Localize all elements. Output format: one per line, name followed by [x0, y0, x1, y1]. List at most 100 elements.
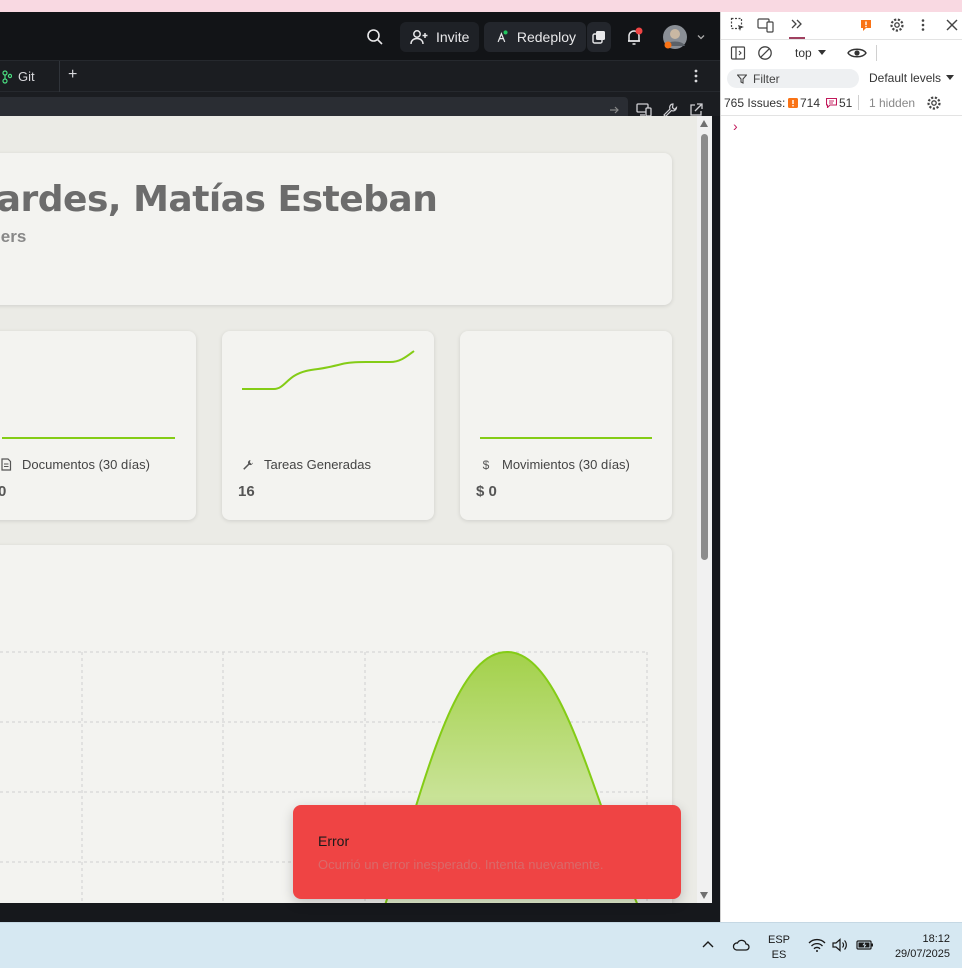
context-label: top — [795, 46, 812, 60]
close-icon[interactable] — [945, 18, 959, 32]
hidden-issues-label: 1 hidden — [869, 96, 916, 110]
stat-label-text: Documentos (30 días) — [22, 457, 150, 472]
welcome-card: tardes, Matías Esteban opers 25 — [0, 153, 672, 305]
volume-icon[interactable] — [832, 938, 848, 952]
copy-icon[interactable] — [587, 22, 611, 52]
console-settings-gear-icon[interactable] — [926, 95, 942, 111]
avatar-icon — [663, 25, 687, 49]
sidebar-toggle-icon[interactable] — [730, 45, 746, 61]
clock-date: 29/07/2025 — [894, 948, 950, 960]
user-avatar[interactable] — [662, 22, 706, 52]
dollar-icon: $ — [482, 457, 490, 472]
toast-title: Error — [318, 833, 350, 849]
dropdown-arrow-icon — [817, 50, 826, 55]
ide-border — [712, 116, 720, 910]
stat-label-tareas: Tareas Generadas — [242, 457, 371, 472]
stat-value-documentos: 0 — [0, 483, 7, 500]
stat-label-movimientos: $ Movimientos (30 días) — [480, 457, 630, 472]
stat-card-tareas: Tareas Generadas 16 — [222, 331, 434, 520]
levels-label: Default levels — [869, 71, 942, 85]
more-vertical-icon[interactable] — [919, 18, 927, 32]
live-expression-eye-icon[interactable] — [847, 46, 867, 60]
console-prompt[interactable]: › — [733, 118, 738, 134]
stat-label-text: Tareas Generadas — [264, 457, 371, 472]
issues-count-label: 765 Issues: — [724, 96, 786, 110]
clear-console-icon[interactable] — [757, 45, 773, 61]
clock-time: 18:12 — [922, 933, 950, 945]
welcome-subtitle: opers — [0, 227, 27, 246]
gear-icon[interactable] — [889, 17, 905, 33]
ide-border-bottom — [0, 903, 712, 910]
inspect-element-icon[interactable] — [730, 17, 746, 33]
stat-card-documentos: Documentos (30 días) 0 — [0, 331, 196, 520]
issues-divider — [858, 95, 859, 110]
sparkline-tareas — [242, 350, 415, 390]
preview-page: tardes, Matías Esteban opers 25 Document… — [0, 116, 697, 903]
devtools-panel: top Filter Default levels 765 Issues: 71… — [720, 12, 962, 922]
scroll-up-arrow[interactable] — [700, 120, 708, 127]
filter-placeholder: Filter — [753, 71, 780, 86]
issues-errors-link[interactable]: 714 — [788, 96, 820, 110]
scroll-down-arrow[interactable] — [700, 892, 708, 899]
scroll-thumb[interactable] — [701, 134, 708, 560]
deploy-icon — [497, 30, 508, 43]
stat-value-tareas: 16 — [238, 483, 255, 500]
error-toast[interactable]: Error Ocurrió un error inesperado. Inten… — [293, 805, 681, 899]
issues-row: 765 Issues: 714 51 1 hidden — [721, 90, 962, 116]
sparkline-documentos — [2, 437, 175, 439]
invite-label: Invite — [436, 29, 470, 45]
active-tab-underline — [789, 37, 805, 39]
system-clock[interactable]: 18:12 29/07/2025 — [880, 932, 960, 962]
wifi-icon[interactable] — [808, 938, 826, 952]
wrench-icon — [243, 459, 253, 470]
issues-flag-icon[interactable] — [859, 18, 873, 32]
context-selector[interactable]: top — [795, 46, 826, 60]
welcome-title: tardes, Matías Esteban — [0, 179, 438, 220]
stat-label-text: Movimientos (30 días) — [502, 457, 630, 472]
tab-git-label: Git — [18, 69, 35, 84]
filter-row: Filter Default levels — [721, 66, 962, 90]
ide-tab-bar: Git + — [0, 60, 720, 92]
taskbar: ESP ES 18:12 29/07/2025 — [0, 922, 962, 968]
git-branch-icon — [2, 69, 12, 84]
battery-charging-icon[interactable] — [856, 939, 874, 951]
log-levels-dropdown[interactable]: Default levels — [869, 71, 955, 85]
window-top-strip — [0, 0, 962, 12]
search-icon[interactable] — [366, 22, 384, 52]
preview-scrollbar[interactable] — [697, 116, 712, 903]
chevron-up-icon[interactable] — [702, 939, 714, 949]
redeploy-button[interactable]: Redeploy — [484, 22, 586, 52]
arrow-right-icon — [610, 106, 619, 114]
console-toolbar: top — [721, 40, 962, 66]
error-badge-icon — [788, 98, 798, 108]
devtools-toolbar — [721, 12, 962, 40]
redeploy-label: Redeploy — [516, 29, 576, 45]
device-toolbar-icon[interactable] — [757, 17, 775, 33]
stat-value-movimientos: $ 0 — [476, 483, 497, 500]
toolbar-divider — [876, 45, 877, 61]
dropdown-arrow-icon — [946, 75, 955, 80]
more-vertical-icon[interactable] — [690, 68, 702, 89]
filter-icon — [737, 73, 747, 84]
filter-input[interactable]: Filter — [727, 69, 859, 88]
issues-errors-count: 714 — [800, 96, 821, 110]
chevron-down-icon — [697, 35, 705, 40]
tab-git[interactable]: Git — [0, 61, 60, 92]
cloud-icon[interactable] — [732, 939, 750, 951]
message-icon — [826, 98, 837, 108]
ide-header: Invite Redeploy — [0, 12, 720, 60]
add-tab-button[interactable]: + — [68, 66, 77, 84]
document-icon — [1, 458, 12, 471]
issues-messages-link[interactable]: 51 — [826, 96, 852, 110]
notifications-bell-icon[interactable] — [624, 22, 644, 52]
stat-card-movimientos: $ Movimientos (30 días) $ 0 — [460, 331, 672, 520]
add-user-icon — [410, 30, 428, 45]
language-indicator[interactable]: ESP ES — [762, 933, 796, 963]
invite-button[interactable]: Invite — [400, 22, 480, 52]
keyboard-layout: ES — [771, 949, 787, 961]
more-tabs-icon[interactable] — [789, 16, 805, 32]
issues-messages-count: 51 — [839, 96, 853, 110]
stat-label-documentos: Documentos (30 días) — [0, 457, 150, 472]
language-code: ESP — [767, 934, 790, 946]
sparkline-movimientos — [480, 437, 652, 439]
